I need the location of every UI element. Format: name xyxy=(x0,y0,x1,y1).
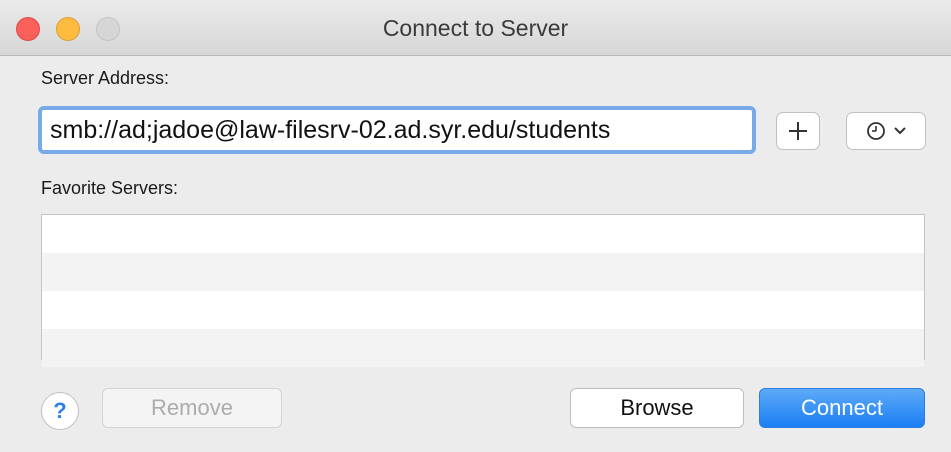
recent-servers-button[interactable] xyxy=(846,112,926,150)
help-button[interactable]: ? xyxy=(41,392,79,430)
window-title: Connect to Server xyxy=(382,15,569,41)
server-address-label: Server Address: xyxy=(41,68,170,88)
favorite-servers-list[interactable] xyxy=(41,214,925,367)
list-item[interactable] xyxy=(42,215,924,253)
favorite-servers-label: Favorite Servers: xyxy=(41,178,179,198)
browse-button[interactable]: Browse xyxy=(570,388,744,428)
list-item[interactable] xyxy=(42,253,924,291)
connect-button[interactable]: Connect xyxy=(759,388,925,428)
title-bar: Connect to Server xyxy=(0,0,951,56)
plus-icon xyxy=(789,122,807,140)
add-favorite-button[interactable] xyxy=(776,112,820,150)
list-item[interactable] xyxy=(42,291,924,329)
connect-to-server-window: Connect to Server Server Address: Favori… xyxy=(0,0,951,452)
remove-button: Remove xyxy=(102,388,282,428)
clock-icon xyxy=(867,122,885,140)
list-item[interactable] xyxy=(42,329,924,367)
server-address-input[interactable] xyxy=(38,106,756,154)
chevron-down-icon xyxy=(894,127,906,135)
